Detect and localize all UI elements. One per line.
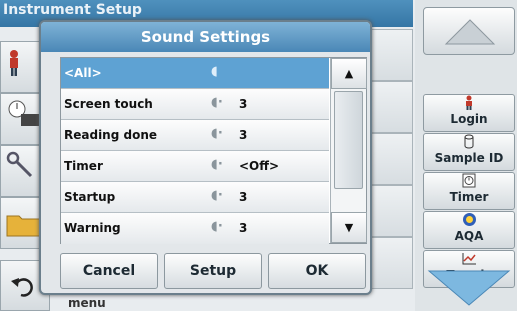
list-item[interactable]: Warning ◖· 3 [61, 213, 329, 244]
cancel-button[interactable]: Cancel [60, 253, 158, 289]
aqa-button[interactable]: AQA [423, 211, 515, 249]
list-item[interactable]: <All> ◖ [61, 58, 329, 89]
person-icon [424, 95, 514, 112]
triangle-down-icon [427, 270, 511, 306]
row-label: Startup [64, 190, 116, 204]
row-value: 3 [239, 190, 248, 204]
login-label: Login [450, 112, 488, 126]
triangle-up-icon: ▲ [344, 67, 354, 80]
globe-icon [424, 212, 514, 229]
scroll-down-button[interactable] [423, 263, 515, 309]
timer-label: Timer [449, 190, 489, 204]
triangle-down-icon: ▼ [344, 221, 354, 234]
speaker-icon: ◖· [211, 188, 223, 203]
settings-list: <All> ◖ Screen touch ◖· 3 Reading done ◖… [60, 57, 367, 244]
sample-id-label: Sample ID [434, 151, 504, 165]
speaker-icon: ◖· [211, 219, 223, 234]
speaker-icon: ◖· [211, 95, 223, 110]
row-label: Warning [64, 221, 121, 235]
row-value: 3 [239, 97, 248, 111]
triangle-up-icon [444, 19, 496, 45]
scrollbar-down-button[interactable]: ▼ [331, 212, 367, 243]
speaker-icon: ◖ [211, 64, 218, 79]
speaker-icon: ◖· [211, 157, 223, 172]
row-value: <Off> [239, 159, 280, 173]
row-label: Screen touch [64, 97, 153, 111]
timer-button[interactable]: Timer [423, 172, 515, 210]
sound-settings-dialog: Sound Settings <All> ◖ Screen touch ◖· 3… [39, 20, 372, 295]
login-button[interactable]: Login [423, 94, 515, 132]
setup-button[interactable]: Setup [164, 253, 262, 289]
scrollbar-up-button[interactable]: ▲ [331, 58, 367, 89]
sample-id-button[interactable]: Sample ID [423, 133, 515, 171]
list-item[interactable]: Screen touch ◖· 3 [61, 89, 329, 120]
row-label: <All> [64, 66, 102, 80]
right-panel: Login Sample ID Timer AQA Trends [415, 0, 517, 311]
row-label: Timer [64, 159, 103, 173]
aqa-label: AQA [454, 229, 484, 243]
clock-icon [424, 173, 514, 190]
list-item[interactable]: Timer ◖· <Off> [61, 151, 329, 182]
row-label: Reading done [64, 128, 158, 142]
dialog-title: Sound Settings [41, 22, 370, 52]
row-value: 3 [239, 128, 248, 142]
list-item[interactable]: Startup ◖· 3 [61, 182, 329, 213]
list-scrollbar[interactable]: ▲ ▼ [330, 58, 367, 243]
list-item[interactable]: Reading done ◖· 3 [61, 120, 329, 151]
cylinder-icon [424, 134, 514, 151]
scrollbar-thumb[interactable] [334, 91, 363, 189]
background-bottom-label: menu [68, 296, 106, 310]
speaker-icon: ◖· [211, 126, 223, 141]
row-value: 3 [239, 221, 248, 235]
ok-button[interactable]: OK [268, 253, 366, 289]
scroll-up-button[interactable] [423, 7, 515, 55]
